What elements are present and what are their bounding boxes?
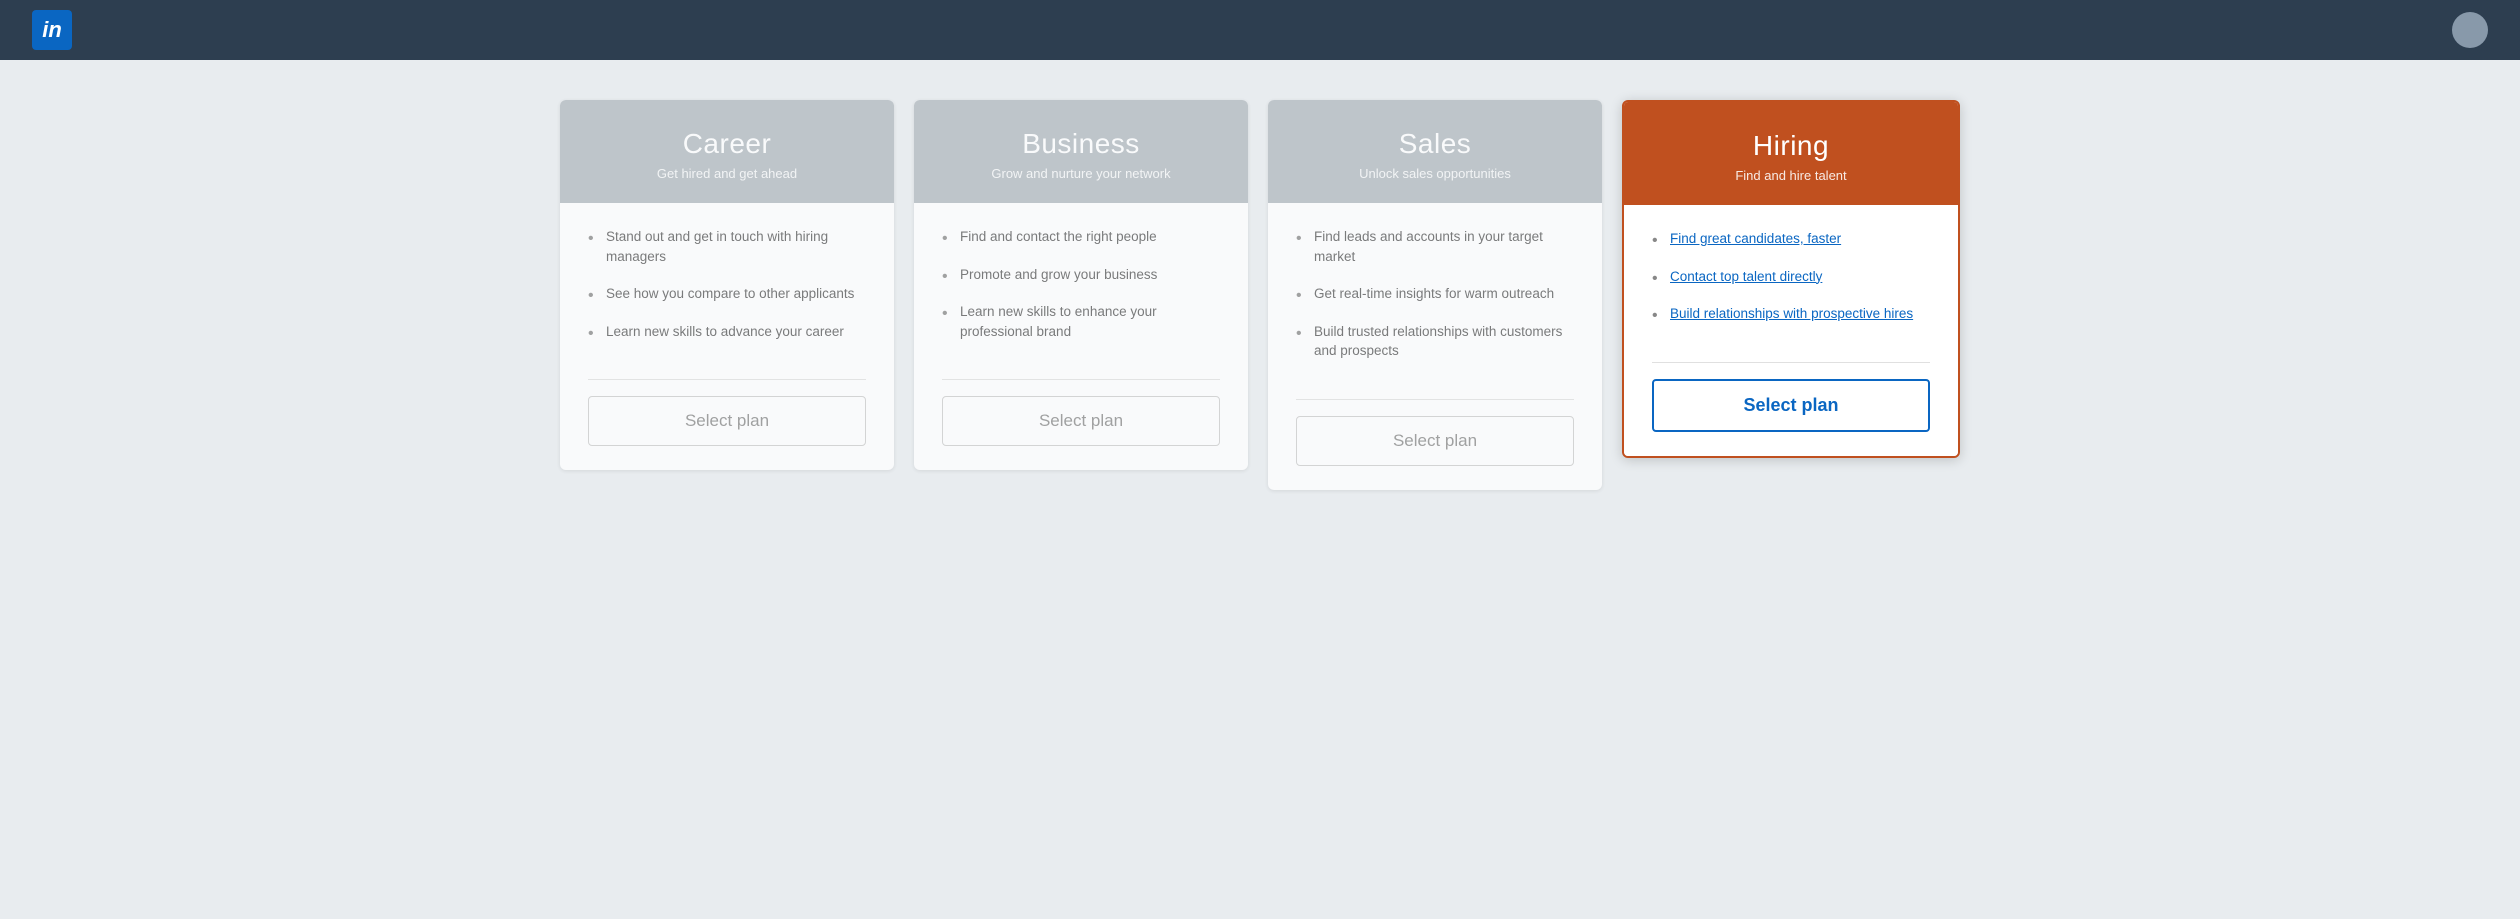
feature-link-hiring-1[interactable]: Contact top talent directly	[1670, 269, 1822, 284]
list-item: Find leads and accounts in your target m…	[1296, 227, 1574, 266]
plan-header-sales: Sales Unlock sales opportunities	[1268, 100, 1602, 203]
plan-title-hiring: Hiring	[1648, 130, 1934, 162]
list-item: Find great candidates, faster	[1652, 229, 1930, 249]
plan-subtitle-sales: Unlock sales opportunities	[1292, 166, 1578, 181]
list-item: Promote and grow your business	[942, 265, 1220, 285]
feature-link-hiring-2[interactable]: Build relationships with prospective hir…	[1670, 306, 1913, 321]
plan-card-sales: Sales Unlock sales opportunities Find lead…	[1268, 100, 1602, 490]
plan-title-business: Business	[938, 128, 1224, 160]
plans-container: Career Get hired and get ahead Stand out a…	[560, 100, 1960, 490]
plan-header-business: Business Grow and nurture your network	[914, 100, 1248, 203]
plan-card-career: Career Get hired and get ahead Stand out a…	[560, 100, 894, 470]
plan-body-sales: Find leads and accounts in your target m…	[1268, 203, 1602, 490]
select-plan-button-career[interactable]: Select plan	[588, 396, 866, 446]
plan-subtitle-career: Get hired and get ahead	[584, 166, 870, 181]
plan-body-business: Find and contact the right people Promote…	[914, 203, 1248, 470]
avatar[interactable]	[2452, 12, 2488, 48]
plan-card-hiring: Hiring Find and hire talent Find great can…	[1622, 100, 1960, 458]
select-btn-wrapper-career: Select plan	[588, 379, 866, 446]
app-header: in	[0, 0, 2520, 60]
list-item: Get real-time insights for warm outreach	[1296, 284, 1574, 304]
plan-subtitle-business: Grow and nurture your network	[938, 166, 1224, 181]
list-item: Learn new skills to enhance your profess…	[942, 302, 1220, 341]
select-btn-wrapper-sales: Select plan	[1296, 399, 1574, 466]
plan-title-sales: Sales	[1292, 128, 1578, 160]
select-btn-wrapper-business: Select plan	[942, 379, 1220, 446]
select-plan-button-hiring[interactable]: Select plan	[1652, 379, 1930, 432]
select-plan-button-business[interactable]: Select plan	[942, 396, 1220, 446]
select-plan-button-sales[interactable]: Select plan	[1296, 416, 1574, 466]
logo-text: in	[42, 17, 62, 43]
features-list-hiring: Find great candidates, faster Contact top…	[1652, 229, 1930, 342]
feature-link-hiring-0[interactable]: Find great candidates, faster	[1670, 231, 1841, 246]
list-item: See how you compare to other applicants	[588, 284, 866, 304]
main-content: Career Get hired and get ahead Stand out a…	[0, 60, 2520, 530]
plan-subtitle-hiring: Find and hire talent	[1648, 168, 1934, 183]
plan-header-hiring: Hiring Find and hire talent	[1624, 102, 1958, 205]
list-item: Learn new skills to advance your career	[588, 322, 866, 342]
header-right	[2436, 12, 2488, 48]
features-list-career: Stand out and get in touch with hiring m…	[588, 227, 866, 359]
plan-body-hiring: Find great candidates, faster Contact top…	[1624, 205, 1958, 456]
list-item: Build relationships with prospective hir…	[1652, 304, 1930, 324]
plan-title-career: Career	[584, 128, 870, 160]
plan-card-business: Business Grow and nurture your network Fin…	[914, 100, 1248, 470]
select-btn-wrapper-hiring: Select plan	[1652, 362, 1930, 432]
features-list-sales: Find leads and accounts in your target m…	[1296, 227, 1574, 379]
plan-body-career: Stand out and get in touch with hiring m…	[560, 203, 894, 470]
list-item: Stand out and get in touch with hiring m…	[588, 227, 866, 266]
linkedin-logo[interactable]: in	[32, 10, 72, 50]
list-item: Contact top talent directly	[1652, 267, 1930, 287]
features-list-business: Find and contact the right people Promote…	[942, 227, 1220, 359]
list-item: Find and contact the right people	[942, 227, 1220, 247]
plan-header-career: Career Get hired and get ahead	[560, 100, 894, 203]
list-item: Build trusted relationships with custome…	[1296, 322, 1574, 361]
